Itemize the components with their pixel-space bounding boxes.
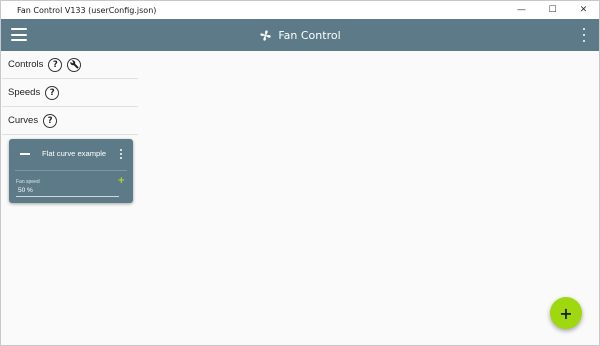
add-icon[interactable]: + [117,176,125,186]
more-vert-icon [120,149,122,151]
maximize-button[interactable]: ☐ [537,1,568,19]
window-title: Fan Control V133 (userConfig.json) [17,5,157,15]
minimize-icon: — [517,5,526,15]
close-icon: ✕ [579,5,588,15]
section-label-curves: Curves [8,115,39,126]
collapse-icon[interactable] [20,153,30,155]
app-more-button[interactable] [581,28,587,42]
add-fab-button[interactable]: + [550,297,582,329]
curve-card-more-button[interactable] [116,148,126,160]
more-vert-icon [120,153,122,155]
section-controls[interactable]: Controls ? [2,51,138,79]
hamburger-menu-button[interactable] [11,28,27,41]
more-vert-icon [583,28,585,30]
section-speeds[interactable]: Speeds ? [2,79,138,107]
section-label-speeds: Speeds [8,87,41,98]
app-title: Fan Control [278,28,341,42]
hamburger-icon-line [11,28,27,30]
fan-speed-label: Fan speed [16,179,40,185]
more-vert-icon [583,34,585,36]
controls-help-button[interactable]: ? [48,57,63,72]
wrench-icon [70,60,79,69]
app-window: Fan Control V133 (userConfig.json) — ☐ ✕ [0,0,600,346]
curve-card: Flat curve example Fan speed + 50 % [9,139,133,203]
maximize-icon: ☐ [548,5,557,15]
window-controls: — ☐ ✕ [506,1,599,19]
speeds-help-button[interactable]: ? [45,85,60,100]
window-titlebar: Fan Control V133 (userConfig.json) — ☐ ✕ [1,1,599,19]
fan-icon [260,29,271,41]
hamburger-icon-line [11,33,27,36]
hamburger-icon-line [11,39,27,41]
section-label-controls: Controls [8,59,44,70]
fan-speed-underline [16,196,119,197]
card-divider [15,170,127,171]
more-vert-icon [120,157,122,159]
controls-tools-button[interactable] [67,57,82,72]
plus-icon: + [559,303,573,323]
app-bar: Fan Control [1,19,599,51]
fan-speed-input[interactable]: 50 % [18,187,33,194]
app-title-group: Fan Control [1,19,599,51]
close-window-button[interactable]: ✕ [568,1,599,19]
curves-help-button[interactable]: ? [43,113,58,128]
more-vert-icon [583,40,585,42]
minimize-button[interactable]: — [506,1,537,19]
curve-card-title[interactable]: Flat curve example [42,149,106,158]
section-curves[interactable]: Curves ? [2,107,138,135]
